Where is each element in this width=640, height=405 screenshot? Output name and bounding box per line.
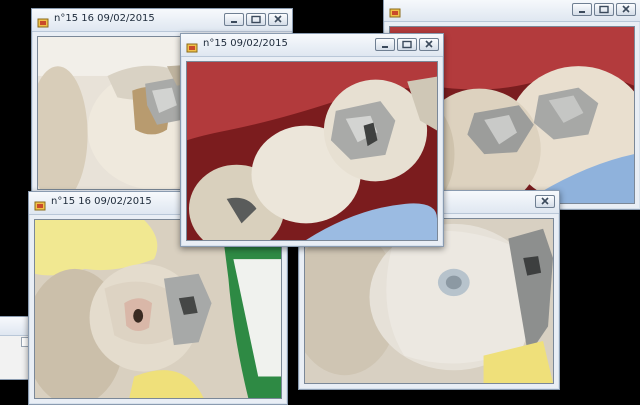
window-title: n°15 09/02/2015 — [203, 38, 288, 49]
close-button[interactable] — [419, 38, 439, 51]
window-title: n°15 16 09/02/2015 — [54, 13, 155, 24]
close-button[interactable] — [535, 195, 555, 208]
minimize-icon — [382, 46, 388, 48]
close-button[interactable] — [268, 13, 288, 26]
maximize-icon — [402, 40, 412, 49]
window-titlebar[interactable] — [384, 0, 640, 22]
minimize-icon — [579, 11, 585, 13]
minimize-button[interactable] — [572, 3, 592, 16]
app-icon — [37, 14, 49, 28]
window-titlebar[interactable]: n°15 09/02/2015 — [181, 34, 443, 57]
dental-photo — [186, 61, 438, 241]
minimize-button[interactable] — [375, 38, 395, 51]
window-title: n°15 16 09/02/2015 — [51, 196, 152, 207]
image-window-center[interactable]: n°15 09/02/2015 — [180, 33, 444, 247]
close-icon — [622, 5, 630, 13]
maximize-button[interactable] — [246, 13, 266, 26]
close-icon — [425, 40, 433, 48]
app-icon — [34, 197, 46, 211]
maximize-button[interactable] — [397, 38, 417, 51]
maximize-icon — [251, 15, 261, 24]
minimize-button[interactable] — [224, 13, 244, 26]
close-icon — [274, 15, 282, 23]
maximize-button[interactable] — [594, 3, 614, 16]
app-icon — [186, 39, 198, 53]
app-icon — [389, 4, 401, 18]
close-icon — [541, 197, 549, 205]
minimize-icon — [231, 21, 237, 23]
window-titlebar[interactable]: n°15 16 09/02/2015 — [32, 9, 292, 32]
close-button[interactable] — [616, 3, 636, 16]
maximize-icon — [599, 5, 609, 14]
